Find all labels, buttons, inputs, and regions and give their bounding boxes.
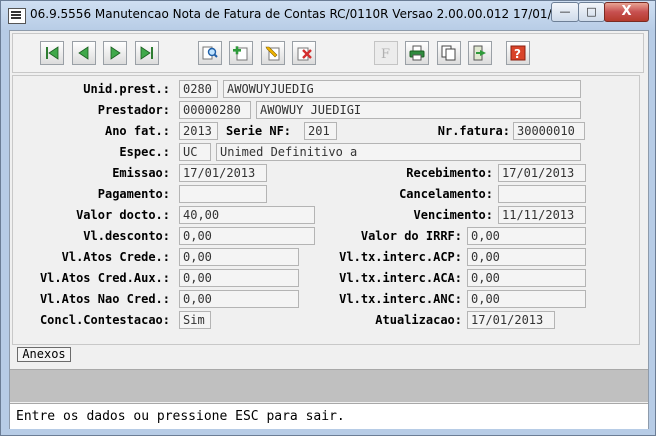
espec-label: Espec.: <box>119 145 170 159</box>
svg-text:F: F <box>381 47 390 61</box>
copy-button[interactable] <box>437 41 461 65</box>
filter-icon: F <box>381 47 390 61</box>
vl-atos-cred-aux-field[interactable]: 0,00 <box>179 269 299 287</box>
previous-record-button[interactable] <box>72 41 96 65</box>
vl-tx-interc-acp-label: Vl.tx.interc.ACP: <box>339 250 462 264</box>
app-icon <box>8 8 26 24</box>
emissao-field[interactable]: 17/01/2013 <box>179 164 267 182</box>
search-icon <box>202 46 218 60</box>
unid-prest-label: Unid.prest.: <box>83 82 170 96</box>
last-record-button[interactable] <box>135 41 159 65</box>
maximize-button[interactable]: □ <box>578 2 605 22</box>
button-panel <box>10 369 648 402</box>
invoice-form: Unid.prest.: 0280 AWOWUYJUEDIG Prestador… <box>12 75 640 345</box>
serie-nf-field[interactable]: 201 <box>304 122 337 140</box>
nr-fatura-field[interactable]: 30000010 <box>513 122 585 140</box>
first-record-button[interactable] <box>40 41 64 65</box>
pagamento-field[interactable] <box>179 185 267 203</box>
vl-tx-interc-acp-field[interactable]: 0,00 <box>467 248 586 266</box>
exit-icon <box>473 45 486 61</box>
valor-docto-field[interactable]: 40,00 <box>179 206 315 224</box>
recebimento-label: Recebimento: <box>406 166 493 180</box>
toolbar: F ? <box>12 33 644 73</box>
espec-code-field[interactable]: UC <box>179 143 211 161</box>
print-button[interactable] <box>405 41 429 65</box>
vl-desconto-label: Vl.desconto: <box>83 229 170 243</box>
delete-record-icon <box>297 47 312 61</box>
filter-button[interactable]: F <box>374 41 398 65</box>
edit-record-button[interactable] <box>261 41 285 65</box>
svg-text:?: ? <box>514 47 521 61</box>
close-button[interactable]: X <box>604 2 649 22</box>
add-record-button[interactable] <box>229 41 253 65</box>
cancelamento-field[interactable] <box>498 185 586 203</box>
pagamento-label: Pagamento: <box>97 187 170 201</box>
minimize-button[interactable]: — <box>551 2 579 22</box>
window-title: 06.9.5556 Manutencao Nota de Fatura de C… <box>30 7 614 21</box>
serie-nf-label: Serie NF: <box>226 124 292 138</box>
cancelamento-label: Cancelamento: <box>399 187 493 201</box>
vl-atos-crede-label: Vl.Atos Crede.: <box>61 250 170 264</box>
last-record-icon <box>140 46 153 60</box>
vl-desconto-field[interactable]: 0,00 <box>179 227 315 245</box>
first-record-icon <box>46 46 59 60</box>
vl-atos-cred-aux-label: Vl.Atos Cred.Aux.: <box>39 271 170 285</box>
next-record-icon <box>110 46 121 60</box>
copy-icon <box>441 45 456 61</box>
nr-fatura-label: Nr.fatura: <box>437 124 510 138</box>
valor-irrf-field[interactable]: 0,00 <box>467 227 586 245</box>
unid-prest-code-field[interactable]: 0280 <box>179 80 218 98</box>
valor-irrf-label: Valor do IRRF: <box>360 229 462 243</box>
valor-docto-label: Valor docto.: <box>76 208 170 222</box>
ano-fat-label: Ano fat.: <box>104 124 170 138</box>
prestador-code-field[interactable]: 00000280 <box>179 101 251 119</box>
ano-fat-field[interactable]: 2013 <box>179 122 218 140</box>
help-icon: ? <box>510 45 526 61</box>
help-button[interactable]: ? <box>506 41 530 65</box>
concl-contestacao-field[interactable]: Sim <box>179 311 211 329</box>
vencimento-field[interactable]: 11/11/2013 <box>498 206 586 224</box>
add-record-icon <box>233 46 248 61</box>
recebimento-field[interactable]: 17/01/2013 <box>498 164 586 182</box>
emissao-label: Emissao: <box>112 166 170 180</box>
edit-record-icon <box>265 46 280 61</box>
maximize-icon: □ <box>586 5 597 18</box>
close-icon: X <box>621 4 632 19</box>
prestador-name-field: AWOWUY JUEDIGI <box>256 101 581 119</box>
next-record-button[interactable] <box>103 41 127 65</box>
vl-tx-interc-aca-label: Vl.tx.interc.ACA: <box>339 271 462 285</box>
unid-prest-name-field: AWOWUYJUEDIG <box>223 80 581 98</box>
prestador-label: Prestador: <box>97 103 170 117</box>
espec-name-field: Unimed Definitivo a <box>216 143 581 161</box>
anexos-button[interactable]: Anexos <box>17 347 71 362</box>
exit-button[interactable] <box>468 41 492 65</box>
minimize-icon: — <box>559 5 571 18</box>
vl-atos-nao-cred-label: Vl.Atos Nao Cred.: <box>39 292 170 306</box>
application-window: 06.9.5556 Manutencao Nota de Fatura de C… <box>0 0 656 436</box>
vl-atos-crede-field[interactable]: 0,00 <box>179 248 299 266</box>
vl-tx-interc-anc-field[interactable]: 0,00 <box>467 290 586 308</box>
status-bar: Entre os dados ou pressione ESC para sai… <box>10 403 648 429</box>
vl-tx-interc-aca-field[interactable]: 0,00 <box>467 269 586 287</box>
print-icon <box>409 45 425 61</box>
previous-record-icon <box>78 46 89 60</box>
vencimento-label: Vencimento: <box>413 208 493 222</box>
atualizacao-field[interactable]: 17/01/2013 <box>467 311 555 329</box>
delete-record-button[interactable] <box>292 41 316 65</box>
concl-contestacao-label: Concl.Contestacao: <box>39 313 170 327</box>
atualizacao-label: Atualizacao: <box>375 313 462 327</box>
vl-tx-interc-anc-label: Vl.tx.interc.ANC: <box>339 292 462 306</box>
title-bar[interactable]: 06.9.5556 Manutencao Nota de Fatura de C… <box>1 1 655 29</box>
vl-atos-nao-cred-field[interactable]: 0,00 <box>179 290 299 308</box>
search-button[interactable] <box>198 41 222 65</box>
client-area: F ? Unid.prest.: 0280 AWOWUYJUEDIG Prest… <box>9 30 649 429</box>
status-message: Entre os dados ou pressione ESC para sai… <box>16 409 345 424</box>
